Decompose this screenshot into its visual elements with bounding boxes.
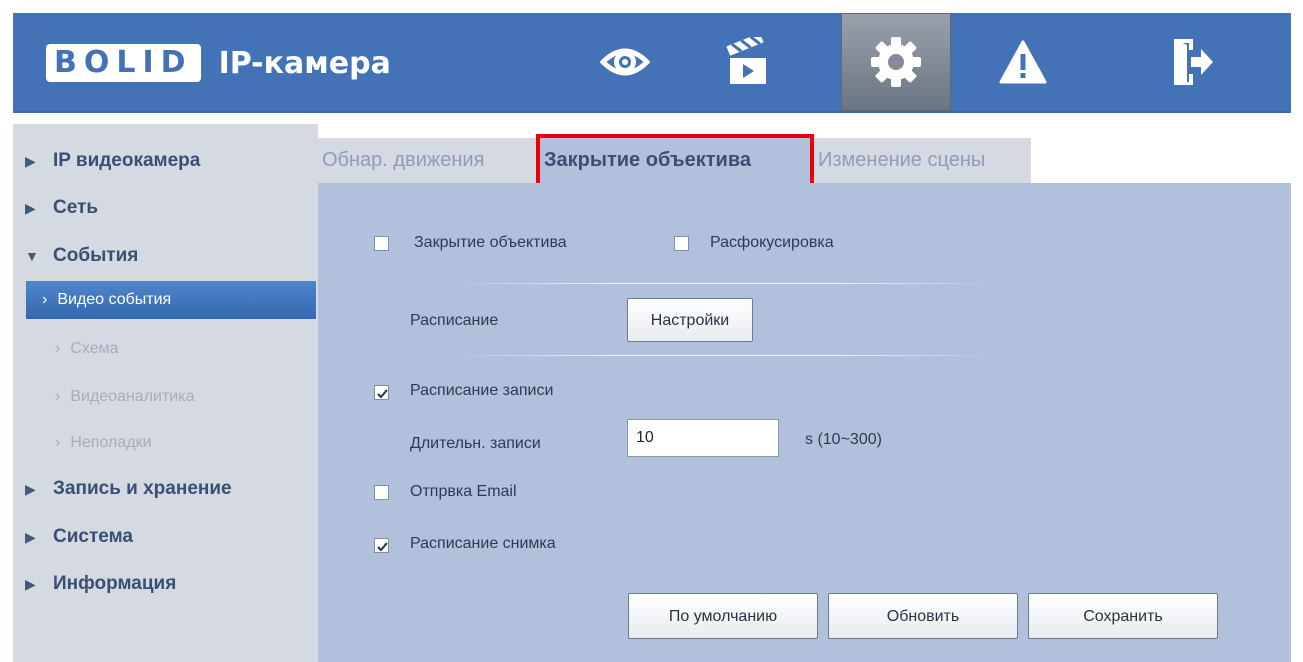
nav-live-view-button[interactable] [570, 13, 680, 111]
chevron-right-icon: › [55, 388, 61, 405]
app-title: IP-камера [218, 45, 391, 81]
triangle-right-icon: ▶ [25, 575, 36, 592]
default-button[interactable]: По умолчанию [628, 593, 818, 639]
defocus-label: Расфокусировка [710, 234, 834, 251]
sidebar-item-label: Сеть [53, 197, 99, 218]
checkmark-icon [377, 389, 388, 399]
send-email-label: Отпрвка Email [410, 483, 517, 500]
record-schedule-label: Расписание записи [410, 382, 554, 399]
sidebar-item-ip-camera[interactable]: ▶ IP видеокамера [13, 141, 318, 181]
schedule-label: Расписание [410, 312, 499, 329]
sidebar-item-system[interactable]: ▶ Система [13, 517, 318, 557]
warning-icon [999, 40, 1047, 84]
divider [448, 355, 998, 356]
defocus-checkbox[interactable] [674, 236, 689, 251]
lens-cover-label: Закрытие объектива [414, 234, 567, 251]
record-duration-unit: s (10~300) [805, 431, 882, 448]
chevron-right-icon: › [55, 434, 61, 451]
record-duration-input[interactable] [627, 419, 779, 457]
divider [448, 283, 998, 284]
sidebar-item-video-analytics[interactable]: › Видеоаналитика [13, 377, 318, 417]
checkmark-icon [377, 542, 388, 552]
sidebar-item-label: Видео события [57, 291, 172, 308]
tab-motion-detection[interactable]: Обнар. движения [322, 138, 538, 183]
sidebar-item-label: IP видеокамера [53, 150, 201, 171]
active-tab-highlight [536, 134, 814, 189]
eye-icon [600, 48, 650, 76]
sidebar-item-label: Запись и хранение [53, 478, 232, 499]
sidebar-item-label: Неполадки [70, 434, 152, 451]
sidebar-item-label: Система [53, 526, 133, 547]
logout-icon [1174, 39, 1213, 85]
record-schedule-checkbox[interactable] [374, 385, 389, 400]
snapshot-schedule-label: Расписание снимка [410, 535, 556, 552]
record-duration-label: Длительн. записи [410, 435, 541, 452]
settings-panel: Закрытие объектива Расфокусировка Распис… [318, 183, 1291, 662]
tab-scene-change[interactable]: Изменение сцены [818, 138, 1031, 183]
sidebar-item-label: Схема [70, 340, 119, 357]
triangle-right-icon: ▶ [25, 199, 36, 216]
chevron-right-icon: › [42, 291, 48, 308]
nav-logout-button[interactable] [1138, 13, 1248, 111]
nav-alarm-button[interactable] [968, 13, 1078, 111]
chevron-right-icon: › [55, 340, 61, 357]
sidebar: ▶ IP видеокамера ▶ Сеть ▼ События › Виде… [13, 124, 318, 662]
gear-icon [871, 37, 921, 87]
sidebar-item-label: Видеоаналитика [70, 388, 195, 405]
sidebar-item-scheme[interactable]: › Схема [13, 329, 318, 369]
save-button[interactable]: Сохранить [1028, 593, 1218, 639]
sidebar-item-label: События [53, 245, 139, 266]
sidebar-item-recording-storage[interactable]: ▶ Запись и хранение [13, 469, 318, 509]
sidebar-item-network[interactable]: ▶ Сеть [13, 188, 318, 228]
sidebar-item-video-events[interactable]: › Видео события [26, 281, 316, 319]
schedule-settings-button[interactable]: Настройки [627, 298, 753, 342]
bolid-logo: BOLID [46, 44, 201, 82]
sidebar-item-events[interactable]: ▼ События [13, 236, 318, 276]
triangle-right-icon: ▶ [25, 480, 36, 497]
sidebar-item-faults[interactable]: › Неполадки [13, 423, 318, 463]
nav-settings-button[interactable] [841, 13, 951, 111]
clapperboard-icon [726, 37, 766, 84]
sidebar-item-information[interactable]: ▶ Информация [13, 564, 318, 604]
nav-playback-button[interactable] [693, 13, 803, 111]
sidebar-item-label: Информация [53, 573, 177, 594]
refresh-button[interactable]: Обновить [828, 593, 1018, 639]
snapshot-schedule-checkbox[interactable] [374, 538, 389, 553]
triangle-right-icon: ▶ [25, 528, 36, 545]
triangle-down-icon: ▼ [25, 248, 39, 264]
lens-cover-checkbox[interactable] [374, 236, 389, 251]
send-email-checkbox[interactable] [374, 485, 389, 500]
triangle-right-icon: ▶ [25, 152, 36, 169]
logo: BOLID IP-камера [46, 41, 391, 85]
top-header: BOLID IP-камера [13, 13, 1291, 113]
